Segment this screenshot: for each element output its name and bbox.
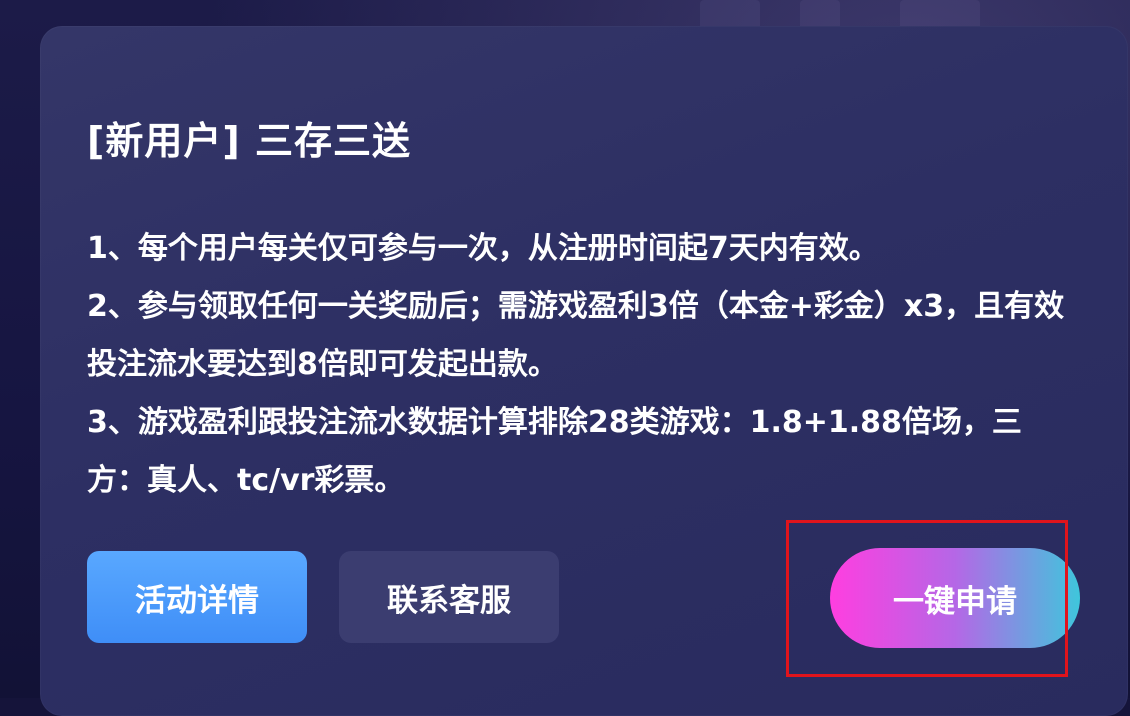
activity-details-button[interactable]: 活动详情 xyxy=(87,551,307,643)
promotion-title: [新用户] 三存三送 xyxy=(87,119,411,163)
rules-list: 1、每个用户每关仅可参与一次，从注册时间起7天内有效。 2、参与领取任何一关奖励… xyxy=(87,220,1067,510)
contact-support-button[interactable]: 联系客服 xyxy=(339,551,559,643)
rule-item: 3、游戏盈利跟投注流水数据计算排除28类游戏：1.8+1.88倍场，三方：真人、… xyxy=(87,405,1022,498)
one-click-apply-button[interactable]: 一键申请 xyxy=(830,548,1080,648)
rule-item: 1、每个用户每关仅可参与一次，从注册时间起7天内有效。 xyxy=(87,231,879,266)
rule-item: 2、参与领取任何一关奖励后；需游戏盈利3倍（本金+彩金）x3，且有效投注流水要达… xyxy=(87,289,1065,382)
